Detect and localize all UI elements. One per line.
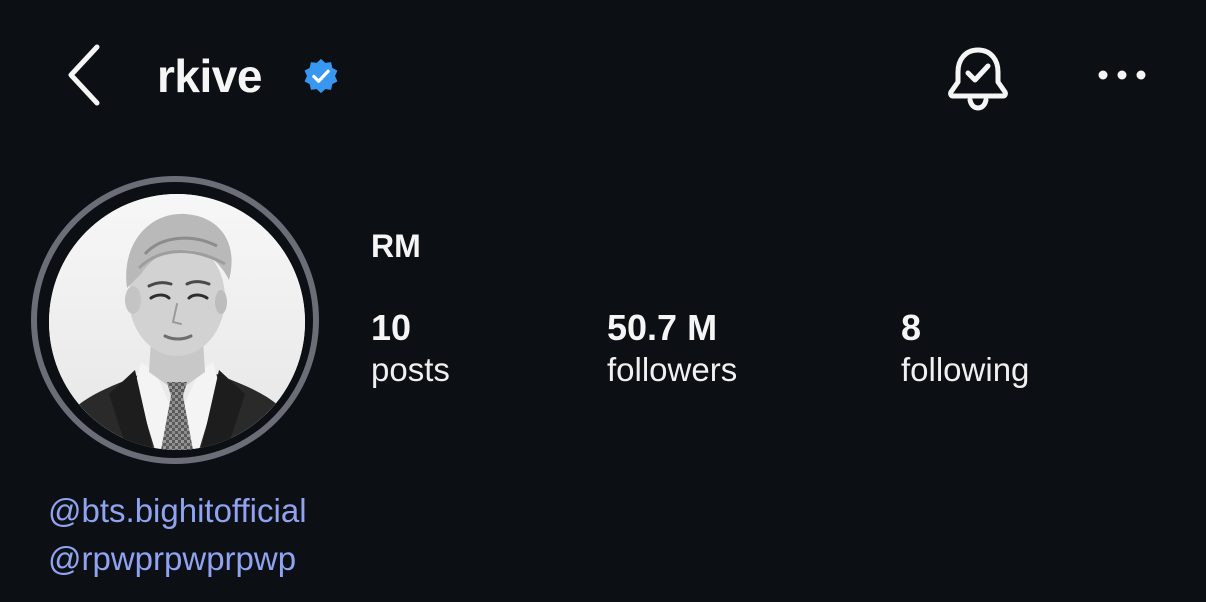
stat-following-label: following xyxy=(901,351,1030,388)
bio-link-bts[interactable]: @bts.bighitofficial xyxy=(48,490,307,532)
stat-following-count: 8 xyxy=(901,307,922,348)
stat-posts-count: 10 xyxy=(371,307,412,348)
verified-badge-icon xyxy=(302,57,340,95)
more-horizontal-icon xyxy=(1098,70,1146,80)
back-button[interactable] xyxy=(58,40,108,110)
more-options-button[interactable] xyxy=(1094,58,1150,92)
bio-link-rpw[interactable]: @rpwprpwprpwp xyxy=(48,538,296,580)
stat-posts[interactable]: 10 posts xyxy=(371,306,450,390)
stat-following[interactable]: 8 following xyxy=(901,306,1029,390)
avatar[interactable] xyxy=(49,194,305,450)
profile-photo xyxy=(49,194,305,450)
bell-check-icon xyxy=(948,47,1008,111)
profile-username: rkive xyxy=(157,50,262,102)
stat-followers[interactable]: 50.7 M followers xyxy=(607,306,737,390)
stat-followers-label: followers xyxy=(607,351,738,388)
stat-followers-count: 50.7 M xyxy=(607,307,718,348)
notifications-button[interactable] xyxy=(944,42,1012,114)
stat-posts-label: posts xyxy=(371,351,450,388)
display-name: RM xyxy=(371,228,421,264)
chevron-left-icon xyxy=(68,44,100,106)
